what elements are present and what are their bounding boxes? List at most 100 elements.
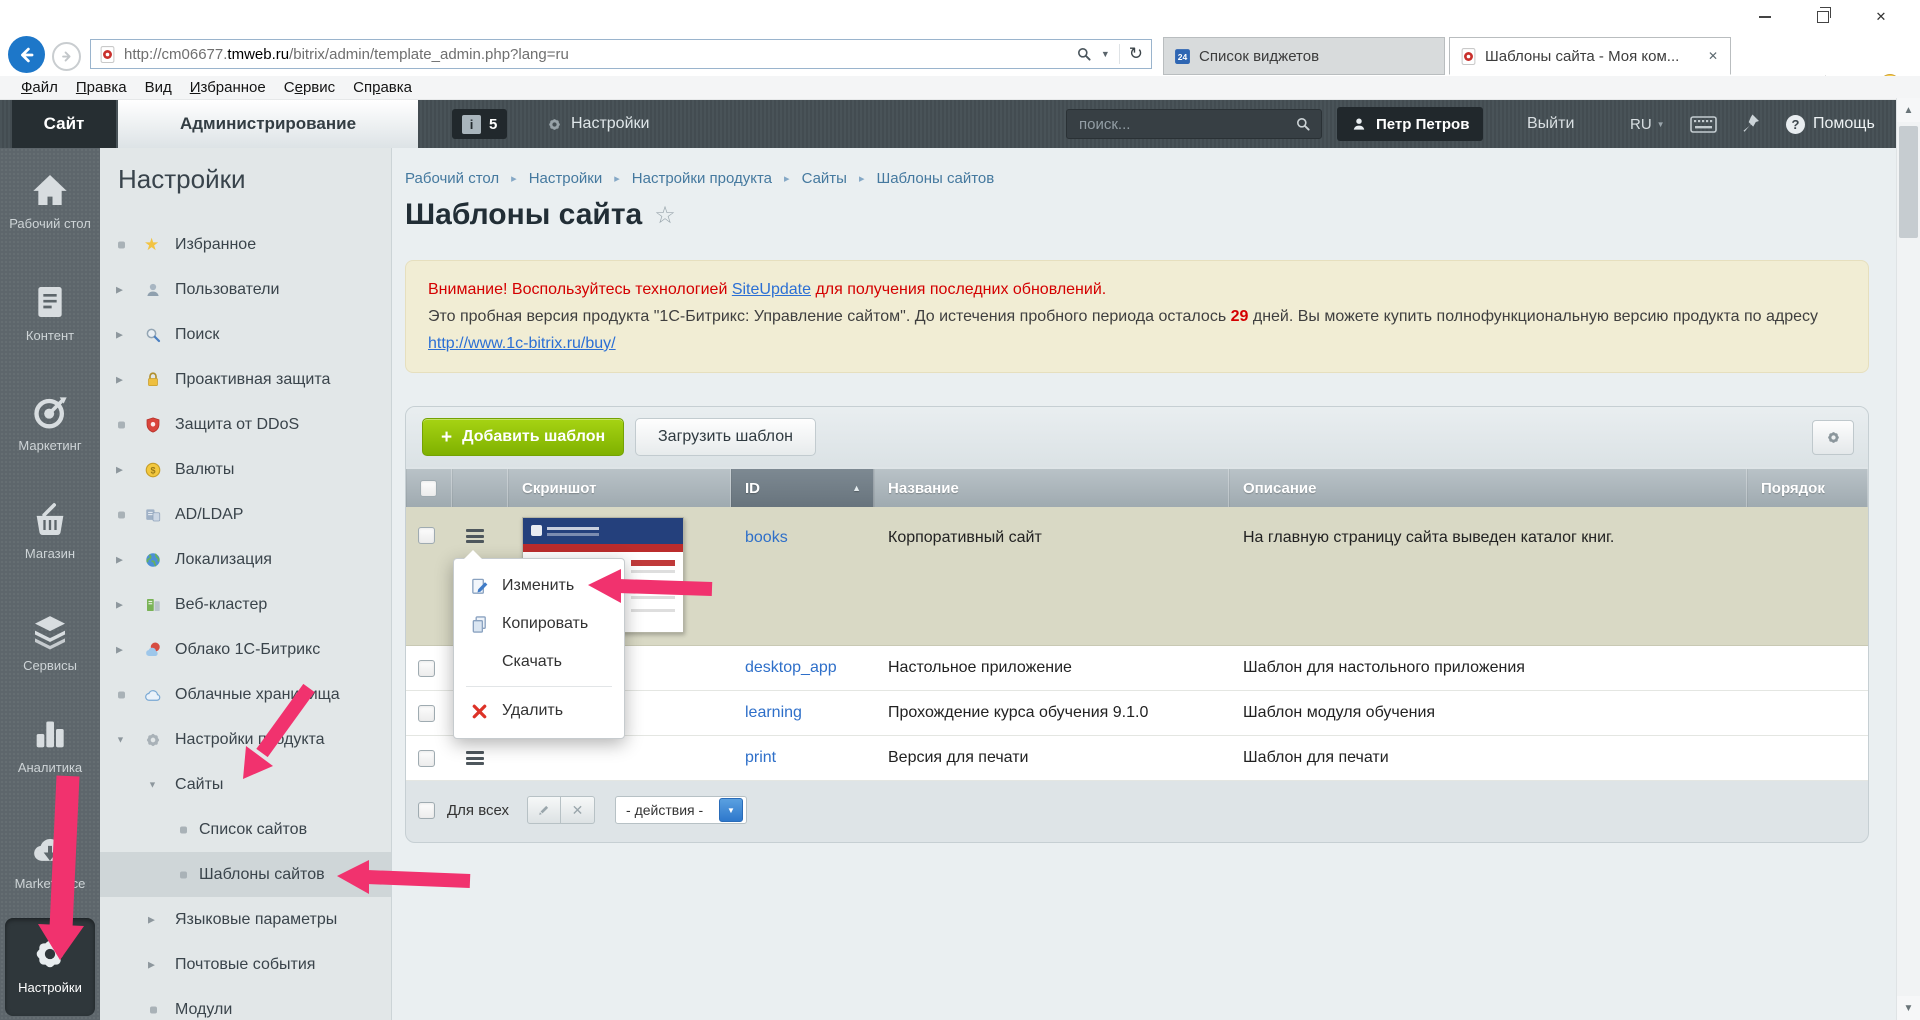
sidebar-item-basket[interactable]: Магазин	[0, 500, 100, 562]
header-screenshot[interactable]: Скриншот	[508, 469, 731, 507]
row-menu-icon[interactable]	[466, 751, 484, 765]
topbar-search[interactable]	[1066, 109, 1322, 139]
scroll-down-button[interactable]: ▼	[1897, 996, 1920, 1020]
admin-tab[interactable]: Администрирование	[118, 100, 418, 148]
chevron-right-icon[interactable]: ▶	[148, 915, 155, 924]
tree-item-почтовые-события[interactable]: ▶Почтовые события	[100, 942, 391, 987]
window-close-button[interactable]: ✕	[1856, 2, 1906, 32]
breadcrumb-item-3[interactable]: Настройки продукта	[632, 170, 772, 187]
tree-item-сайты[interactable]: ▼Сайты	[100, 762, 391, 807]
tree-item-локализация[interactable]: ▶Локализация	[100, 537, 391, 582]
tree-item-проактивная-защита[interactable]: ▶Проактивная защита	[100, 357, 391, 402]
search-icon[interactable]	[1295, 116, 1311, 132]
site-tab[interactable]: Сайт	[12, 100, 116, 148]
table-row-desktop_app[interactable]: desktop_appНастольное приложениеШаблон д…	[406, 646, 1868, 691]
context-menu-item-edit[interactable]: Изменить	[454, 567, 624, 605]
tree-item-ad-ldap[interactable]: AD/LDAP	[100, 492, 391, 537]
tree-item-пользователи[interactable]: ▶Пользователи	[100, 267, 391, 312]
table-row-books[interactable]: booksКорпоративный сайтНа главную страни…	[406, 507, 1868, 646]
tree-item-валюты[interactable]: ▶$Валюты	[100, 447, 391, 492]
tree-item-список-сайтов[interactable]: Список сайтов	[100, 807, 391, 852]
tree-item-шаблоны-сайтов[interactable]: Шаблоны сайтов	[100, 852, 391, 897]
chevron-right-icon[interactable]: ▶	[116, 375, 123, 384]
delete-selected-button[interactable]: ✕	[561, 796, 595, 824]
sidebar-item-cloud-download[interactable]: Marketplace	[0, 830, 100, 892]
menubar-item-сервис[interactable]: Сервис	[275, 79, 344, 96]
header-description[interactable]: Описание	[1229, 469, 1747, 507]
sidebar-item-doc[interactable]: Контент	[0, 282, 100, 344]
tree-item-языковые-параметры[interactable]: ▶Языковые параметры	[100, 897, 391, 942]
refresh-icon[interactable]: ↻	[1129, 44, 1143, 64]
breadcrumb-item-1[interactable]: Рабочий стол	[405, 170, 499, 187]
scrollbar-thumb[interactable]	[1899, 126, 1918, 238]
sidebar-item-home[interactable]: Рабочий стол	[0, 170, 100, 232]
scroll-up-button[interactable]: ▲	[1897, 98, 1920, 122]
window-restore-button[interactable]	[1798, 2, 1848, 32]
sidebar-item-gear[interactable]: Настройки	[5, 918, 95, 1016]
forward-button[interactable]	[52, 42, 81, 71]
tree-item-модули[interactable]: Модули	[100, 987, 391, 1020]
menubar-item-вид[interactable]: Вид	[136, 79, 181, 96]
tab-close-icon[interactable]: ✕	[1706, 47, 1720, 65]
chevron-down-icon[interactable]: ▼	[148, 780, 157, 789]
address-bar[interactable]: http://cm06677.tmweb.ru/bitrix/admin/tem…	[90, 39, 1152, 69]
search-icon[interactable]	[1076, 46, 1092, 62]
template-id-link[interactable]: books	[745, 529, 788, 547]
chevron-right-icon[interactable]: ▶	[116, 285, 123, 294]
user-menu[interactable]: Петр Петров	[1337, 107, 1483, 141]
template-id-link[interactable]: desktop_app	[745, 659, 837, 677]
language-selector[interactable]: RU ▼	[1630, 100, 1665, 148]
notifications-counter[interactable]: i 5	[452, 109, 507, 139]
chevron-right-icon[interactable]: ▶	[148, 960, 155, 969]
menubar-item-файл[interactable]: Файл	[12, 79, 67, 96]
tree-item-облачные-хранилища[interactable]: Облачные хранилища	[100, 672, 391, 717]
menubar-item-справка[interactable]: Справка	[344, 79, 421, 96]
chevron-down-icon[interactable]: ▼	[116, 735, 125, 744]
row-checkbox[interactable]	[418, 527, 435, 544]
table-row-learning[interactable]: learningПрохождение курса обучения 9.1.0…	[406, 691, 1868, 736]
row-checkbox[interactable]	[418, 705, 435, 722]
chevron-right-icon[interactable]: ▶	[116, 600, 123, 609]
upload-template-button[interactable]: Загрузить шаблон	[635, 418, 816, 456]
row-checkbox[interactable]	[418, 660, 435, 677]
add-template-button[interactable]: + Добавить шаблон	[422, 418, 624, 456]
breadcrumb-item-4[interactable]: Сайты	[802, 170, 847, 187]
breadcrumb-item-5[interactable]: Шаблоны сайтов	[876, 170, 994, 187]
pin-icon[interactable]	[1740, 113, 1760, 134]
sidebar-item-layers[interactable]: Сервисы	[0, 612, 100, 674]
topbar-settings-button[interactable]: Настройки	[546, 100, 649, 148]
help-button[interactable]: ? Помощь	[1786, 100, 1875, 148]
chevron-right-icon[interactable]: ▶	[116, 555, 123, 564]
context-menu-item-dot[interactable]: Скачать	[454, 643, 624, 681]
table-row-print[interactable]: printВерсия для печатиШаблон для печати	[406, 736, 1868, 781]
hotkeys-keyboard-icon[interactable]	[1690, 116, 1717, 133]
buy-link[interactable]: http://www.1c-bitrix.ru/buy/	[428, 335, 616, 352]
header-order[interactable]: Порядок	[1747, 469, 1868, 507]
edit-selected-button[interactable]	[527, 796, 561, 824]
favorite-star-icon[interactable]: ☆	[654, 201, 676, 230]
header-name[interactable]: Название	[874, 469, 1229, 507]
for-all-checkbox[interactable]	[418, 802, 435, 819]
chevron-right-icon[interactable]: ▶	[116, 645, 123, 654]
context-menu-item-copy[interactable]: Копировать	[454, 605, 624, 643]
tree-item-избранное[interactable]: ★Избранное	[100, 222, 391, 267]
search-input[interactable]	[1077, 115, 1295, 134]
select-all-checkbox[interactable]	[420, 480, 437, 497]
tree-item-веб-кластер[interactable]: ▶Веб-кластер	[100, 582, 391, 627]
breadcrumb-item-2[interactable]: Настройки	[529, 170, 603, 187]
back-button[interactable]	[8, 36, 45, 73]
siteupdate-link[interactable]: SiteUpdate	[732, 281, 811, 298]
tree-item-настройки-продукта[interactable]: ▼Настройки продукта	[100, 717, 391, 762]
tree-item-облако-1с-битрикс[interactable]: ▶Облако 1С-Битрикс	[100, 627, 391, 672]
logout-button[interactable]: Выйти	[1527, 100, 1574, 148]
sidebar-item-target[interactable]: Маркетинг	[0, 392, 100, 454]
row-checkbox[interactable]	[418, 750, 435, 767]
sidebar-item-chart[interactable]: Аналитика	[0, 714, 100, 776]
menubar-item-правка[interactable]: Правка	[67, 79, 136, 96]
chevron-right-icon[interactable]: ▶	[116, 330, 123, 339]
window-minimize-button[interactable]	[1740, 2, 1790, 32]
header-id[interactable]: ID▲	[731, 469, 874, 507]
search-dropdown-caret-icon[interactable]: ▼	[1101, 49, 1110, 59]
template-id-link[interactable]: learning	[745, 704, 802, 722]
tree-item-защита-от-ddos[interactable]: Защита от DDoS	[100, 402, 391, 447]
